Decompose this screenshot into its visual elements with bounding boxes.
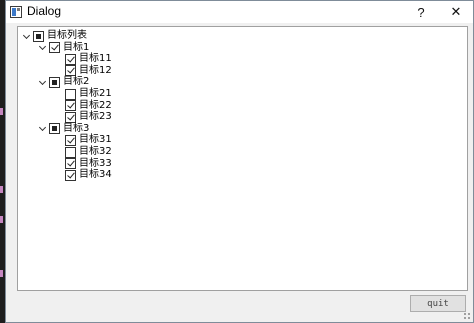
checkbox[interactable] (49, 76, 60, 88)
tree-leaf-item[interactable]: 目标32 (53, 146, 112, 158)
close-button[interactable]: ✕ (439, 1, 473, 23)
expand-arrow-icon[interactable] (21, 30, 31, 42)
tree-leaf-item[interactable]: 目标23 (53, 111, 112, 123)
tree-item-label: 目标33 (79, 157, 112, 169)
tree-item-label: 目标21 (79, 88, 112, 99)
tree-item-label: 目标2 (63, 76, 90, 88)
tree-item-label: 目标23 (79, 111, 112, 123)
resize-grip-icon[interactable] (463, 312, 471, 320)
tree-group-item[interactable]: 目标2 (37, 76, 89, 88)
tree-item-label: 目标1 (63, 41, 90, 53)
tree-leaf-item[interactable]: 目标31 (53, 134, 112, 146)
tree-item-label: 目标11 (79, 53, 112, 65)
tree-item-label: 目标31 (79, 134, 112, 146)
checkbox[interactable] (65, 146, 76, 158)
checkbox[interactable] (65, 100, 76, 112)
tree-leaf-item[interactable]: 目标33 (53, 158, 112, 170)
tree-item-label: 目标22 (79, 99, 112, 111)
checkbox[interactable] (65, 88, 76, 100)
editor-marker (0, 216, 3, 223)
tree-root-item[interactable]: 目标列表 (21, 30, 87, 42)
tree-leaf-item[interactable]: 目标21 (53, 88, 112, 100)
expand-arrow-icon[interactable] (37, 76, 47, 88)
tree-leaf-item[interactable]: 目标12 (53, 65, 112, 77)
tree-leaf-item[interactable]: 目标34 (53, 169, 112, 181)
checkbox[interactable] (49, 123, 60, 135)
checkbox[interactable] (33, 30, 44, 42)
expand-arrow-icon[interactable] (37, 123, 47, 135)
editor-marker (0, 186, 3, 193)
checkbox[interactable] (65, 53, 76, 65)
checkbox[interactable] (65, 134, 76, 146)
checkbox[interactable] (65, 158, 76, 170)
editor-marker (0, 108, 3, 115)
app-icon (10, 6, 22, 18)
tree-group-item[interactable]: 目标3 (37, 123, 89, 135)
tree-item-label: 目标3 (63, 122, 90, 134)
expand-arrow-icon[interactable] (37, 42, 47, 54)
quit-button[interactable]: quit (410, 295, 466, 312)
window-title: Dialog (27, 4, 62, 18)
checkbox[interactable] (65, 65, 76, 77)
tree-item-label: 目标34 (79, 169, 112, 181)
title-bar: Dialog ? ✕ (6, 1, 473, 23)
tree-leaf-item[interactable]: 目标11 (53, 53, 112, 65)
tree-group-item[interactable]: 目标1 (37, 42, 89, 54)
editor-marker (0, 270, 3, 277)
tree-item-label: 目标列表 (47, 30, 87, 41)
checkbox[interactable] (65, 169, 76, 181)
checkbox[interactable] (65, 111, 76, 123)
tree-item-label: 目标12 (79, 64, 112, 76)
tree-item-label: 目标32 (79, 146, 112, 157)
dialog-window: Dialog ? ✕ 目标列表 目标1 目标11 目标12 目标2 目标21 目标22 目标2… (5, 0, 474, 323)
checkbox[interactable] (49, 42, 60, 54)
tree-leaf-item[interactable]: 目标22 (53, 100, 112, 112)
help-button[interactable]: ? (404, 1, 438, 23)
target-tree[interactable]: 目标列表 目标1 目标11 目标12 目标2 目标21 目标22 目标23 目标3 目标31 目标3… (17, 26, 468, 291)
